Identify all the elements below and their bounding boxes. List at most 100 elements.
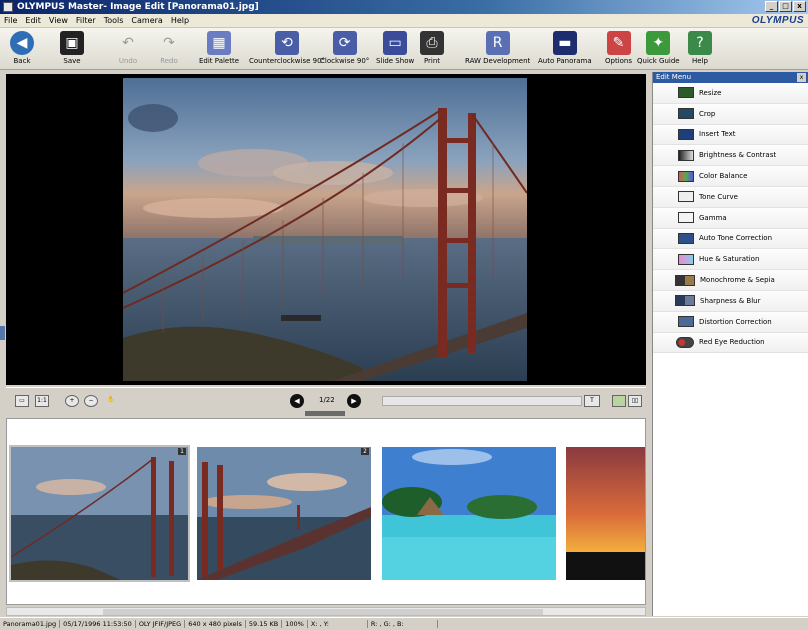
floppy-disk-icon: ▣ [60, 31, 84, 55]
close-panel-icon[interactable]: x [797, 73, 806, 82]
menu-tools[interactable]: Tools [104, 16, 124, 25]
edit-item-hue-saturation[interactable]: Hue & Saturation [653, 249, 808, 271]
scrollbar-thumb[interactable] [103, 609, 543, 615]
text-icon [678, 128, 694, 140]
slideshow-button[interactable]: ▭ Slide Show [376, 31, 414, 65]
print-button[interactable]: ⎙ Print [420, 31, 444, 65]
rotate-cw-icon: ⟳ [332, 31, 357, 55]
status-dimensions: 640 x 480 pixels [185, 620, 246, 628]
edit-item-sharpness[interactable]: Sharpness & Blur [653, 290, 808, 312]
rotate-ccw-icon: ⟲ [275, 31, 300, 55]
undo-button[interactable]: ↶ Undo [116, 31, 140, 65]
resize-icon [678, 87, 694, 99]
palette-icon: ▦ [207, 31, 232, 55]
title-bar: OLYMPUS Master - Image Edit [Panorama01.… [0, 0, 808, 14]
status-filename: Panorama01.jpg [0, 620, 61, 628]
edit-item-brightness[interactable]: Brightness & Contrast [653, 145, 808, 167]
red-eye-icon [676, 336, 694, 348]
monochrome-icon [675, 274, 695, 286]
navigation-bar: ▭ 1:1 + − ✋ ◀ 1/22 ▶ T ▯▯ [6, 387, 646, 413]
gamma-icon [678, 212, 694, 224]
status-zoom: 100% [282, 620, 308, 628]
olympus-logo: OLYMPUS [751, 15, 804, 26]
thumbnail-4[interactable] [566, 447, 645, 580]
menu-filter[interactable]: Filter [76, 16, 96, 25]
thumbnail-1[interactable]: 1 [9, 445, 190, 582]
bridge-photo [123, 78, 527, 381]
status-format: OLY JFIF/JPEG [136, 620, 186, 628]
printer-icon: ⎙ [420, 31, 444, 55]
edit-item-monochrome[interactable]: Monochrome & Sepia [653, 270, 808, 291]
hand-icon[interactable]: ✋ [104, 395, 118, 407]
thumbnail-image-beach [382, 447, 556, 580]
edit-item-tone-curve[interactable]: Tone Curve [653, 186, 808, 208]
actual-size-icon[interactable]: 1:1 [35, 395, 49, 407]
thumbnail-image-sunset [566, 447, 645, 580]
zoom-in-icon[interactable]: + [65, 395, 79, 407]
edit-menu-panel: Edit Menu x Resize Crop Insert Text Brig… [652, 72, 808, 616]
menu-file[interactable]: File [4, 16, 17, 25]
status-bar: Panorama01.jpg 05/17/1996 11:53:50 OLY J… [0, 617, 808, 630]
redo-button[interactable]: ↷ Redo [157, 31, 181, 65]
splitter-handle[interactable] [305, 411, 345, 416]
edit-item-color-balance[interactable]: Color Balance [653, 166, 808, 187]
app-icon [3, 2, 13, 12]
edit-item-red-eye[interactable]: Red Eye Reduction [653, 332, 808, 354]
help-button[interactable]: ? Help [688, 31, 712, 65]
menu-camera[interactable]: Camera [131, 16, 162, 25]
back-button[interactable]: ◀ Back [10, 31, 34, 65]
auto-tone-icon [678, 232, 694, 244]
single-view-icon[interactable] [612, 395, 626, 407]
thumbnail-image-bridge-1 [11, 447, 188, 580]
edit-item-distortion[interactable]: Distortion Correction [653, 311, 808, 333]
zoom-out-icon[interactable]: − [84, 395, 98, 407]
edit-item-auto-tone[interactable]: Auto Tone Correction [653, 228, 808, 250]
raw-icon: R [485, 31, 510, 55]
raw-development-button[interactable]: R RAW Development [465, 31, 530, 65]
tone-curve-icon [678, 191, 694, 203]
edit-item-crop[interactable]: Crop [653, 103, 808, 125]
edit-menu-header: Edit Menu x [653, 72, 808, 83]
app-name: OLYMPUS Master [17, 2, 104, 12]
image-viewer[interactable] [6, 74, 646, 385]
auto-panorama-button[interactable]: ▬ Auto Panorama [538, 31, 592, 65]
menu-bar: File Edit View Filter Tools Camera Help [0, 14, 808, 28]
panorama-icon: ▬ [552, 31, 577, 55]
dual-view-icon[interactable]: ▯▯ [628, 395, 642, 407]
help-book-icon: ? [688, 31, 712, 55]
crop-icon [678, 108, 694, 120]
maximize-button[interactable]: □ [779, 1, 792, 12]
menu-help[interactable]: Help [171, 16, 189, 25]
edit-item-insert-text[interactable]: Insert Text [653, 124, 808, 146]
thumbnail-2[interactable]: 2 [197, 447, 371, 580]
options-button[interactable]: ✎ Options [605, 31, 632, 65]
minimize-button[interactable]: _ [765, 1, 778, 12]
next-image-button[interactable]: ▶ [347, 394, 361, 408]
previous-image-button[interactable]: ◀ [290, 394, 304, 408]
rotate-ccw-button[interactable]: ⟲ Counterclockwise 90° [249, 31, 325, 65]
hue-icon [678, 253, 694, 265]
status-rgb: R: , G: , B: [368, 620, 438, 628]
close-button[interactable]: x [793, 1, 806, 12]
text-display-icon[interactable]: T [584, 395, 600, 407]
thumbnail-3[interactable] [382, 447, 556, 580]
fit-window-icon[interactable]: ▭ [15, 395, 29, 407]
guide-icon: ✦ [646, 31, 671, 55]
thumbnail-scrollbar[interactable] [6, 607, 646, 616]
edit-item-gamma[interactable]: Gamma [653, 207, 808, 229]
image-counter: 1/22 [319, 396, 335, 404]
edit-palette-button[interactable]: ▦ Edit Palette [199, 31, 239, 65]
sharpness-icon [675, 295, 695, 307]
navigation-slider[interactable] [382, 396, 582, 406]
status-size: 59.15 KB [246, 620, 283, 628]
menu-edit[interactable]: Edit [25, 16, 41, 25]
edit-item-resize[interactable]: Resize [653, 83, 808, 104]
back-arrow-icon: ◀ [10, 31, 34, 55]
save-button[interactable]: ▣ Save [60, 31, 84, 65]
quick-guide-button[interactable]: ✦ Quick Guide [637, 31, 680, 65]
thumbnail-image-bridge-2 [197, 447, 371, 580]
left-panel-grip[interactable] [0, 326, 5, 340]
menu-view[interactable]: View [49, 16, 68, 25]
rotate-cw-button[interactable]: ⟳ Clockwise 90° [320, 31, 369, 65]
redo-icon: ↷ [163, 35, 175, 51]
